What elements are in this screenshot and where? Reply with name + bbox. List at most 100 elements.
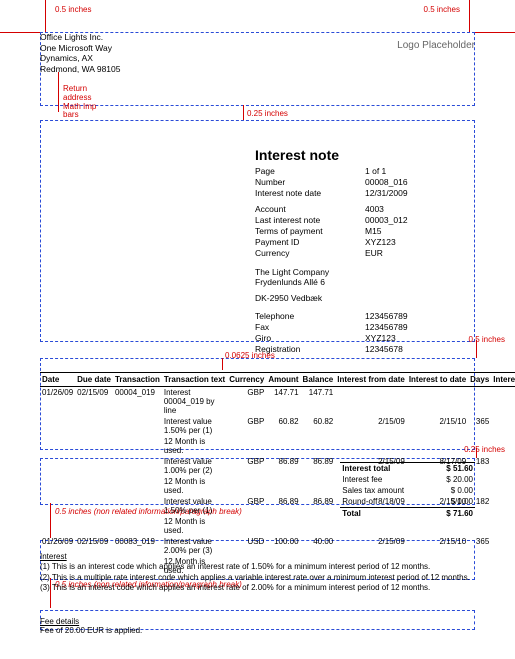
cell-amount: 60.82 xyxy=(266,416,300,436)
cell-ttext: 12 Month is used. xyxy=(162,516,227,536)
cell-amount: 147.71 xyxy=(266,387,300,417)
doc-title: Interest note xyxy=(255,147,475,163)
col-ifrom: Interest from date xyxy=(335,373,407,387)
cell-due: 02/15/09 xyxy=(75,387,113,417)
margin-bar-tr-h xyxy=(475,32,515,33)
tel-k: Telephone xyxy=(255,311,365,322)
fax-k: Fax xyxy=(255,322,365,333)
cell-date xyxy=(40,516,75,536)
doc-info: Interest note Page1 of 1 Number00008_016… xyxy=(255,147,475,355)
cell-iamt: 7.80 xyxy=(491,496,515,516)
margin-label-top-left: 0.5 inches xyxy=(55,5,91,14)
round-v: $ 0.00 xyxy=(444,496,475,508)
col-trans: Transaction xyxy=(113,373,162,387)
cell-days: 365 xyxy=(468,416,491,436)
cell-trans xyxy=(113,436,162,456)
cell-amount xyxy=(266,436,300,456)
company-block: Office Lights Inc. One Microsoft Way Dyn… xyxy=(40,32,475,75)
margin-label-top-right: 0.5 inches xyxy=(424,5,460,14)
col-amount: Amount xyxy=(266,373,300,387)
giro-v: XYZ123 xyxy=(365,333,408,344)
cell-date xyxy=(40,496,75,516)
cell-iamt xyxy=(491,476,515,496)
cell-iamt: 24.00 xyxy=(491,536,515,556)
cell-trans xyxy=(113,416,162,436)
lastnote-k: Last interest note xyxy=(255,215,365,226)
note-3: (3) This is an interest code which appli… xyxy=(40,583,475,593)
cell-iamt: 23.94 xyxy=(491,416,515,436)
payid-k: Payment ID xyxy=(255,237,365,248)
cell-trans xyxy=(113,476,162,496)
fee-heading: Fee details xyxy=(40,617,475,626)
col-date: Date xyxy=(40,373,75,387)
cell-date xyxy=(40,456,75,476)
company-addr2: Dynamics, AX xyxy=(40,53,475,64)
lastnote-v: 00003_012 xyxy=(365,215,408,226)
cell-curr xyxy=(227,476,266,496)
account-k: Account xyxy=(255,204,365,215)
col-balance: Balance xyxy=(301,373,336,387)
cell-curr: GBP xyxy=(227,387,266,417)
number-k: Number xyxy=(255,177,365,188)
table-row: 12 Month is used.10.95 xyxy=(40,436,515,456)
cell-ttext: Interest value 1.50% per (1) xyxy=(162,416,227,436)
page-v: 1 of 1 xyxy=(365,166,408,177)
cell-ito xyxy=(407,387,468,417)
cell-balance: 86.89 xyxy=(301,456,336,476)
page-k: Page xyxy=(255,166,365,177)
cell-trans xyxy=(113,516,162,536)
cell-trans xyxy=(113,496,162,516)
cell-balance: 147.71 xyxy=(301,387,336,417)
cell-curr: GBP xyxy=(227,416,266,436)
margin-bar-05r xyxy=(476,340,477,358)
cell-iamt xyxy=(491,556,515,576)
col-ttext: Transaction text xyxy=(162,373,227,387)
round-k: Round-off xyxy=(340,496,444,508)
totals-block: Interest total$ 51.60 Interest fee$ 20.0… xyxy=(340,462,475,519)
note-1: (1) This is an interest code which appli… xyxy=(40,562,475,572)
int-fee-v: $ 20.00 xyxy=(444,474,475,485)
cell-amount: 86.89 xyxy=(266,456,300,476)
cell-date xyxy=(40,416,75,436)
cust1: The Light Company xyxy=(255,267,475,277)
cell-ifrom xyxy=(335,436,407,456)
cell-days xyxy=(468,387,491,417)
reg-v: 12345678 xyxy=(365,344,408,355)
interest-notes: Interest (1) This is an interest code wh… xyxy=(40,552,475,594)
cell-trans xyxy=(113,456,162,476)
document-page: 0.5 inches 0.5 inches 0.25 inches 0.0625… xyxy=(0,0,515,659)
cell-due xyxy=(75,436,113,456)
cell-balance: 86.89 xyxy=(301,496,336,516)
cell-date: 01/26/09 xyxy=(40,387,75,417)
fee-block: Fee details Fee of 20.00 EUR is applied. xyxy=(40,617,475,635)
cell-ifrom xyxy=(335,516,407,536)
payid-v: XYZ123 xyxy=(365,237,408,248)
total-k: Total xyxy=(340,508,444,520)
account-v: 4003 xyxy=(365,204,408,215)
cell-ttext: Interest value 1.00% per (2) xyxy=(162,456,227,476)
currency-v: EUR xyxy=(365,248,408,259)
fee-line: Fee of 20.00 EUR is applied. xyxy=(40,626,475,635)
cell-curr xyxy=(227,516,266,536)
cell-ttext: 12 Month is used. xyxy=(162,476,227,496)
cust3: DK-2950 Vedbæk xyxy=(255,293,475,303)
cell-amount xyxy=(266,516,300,536)
cell-due xyxy=(75,496,113,516)
company-cityzip: Redmond, WA 98105 xyxy=(40,64,475,75)
cell-iamt: 10.95 xyxy=(491,436,515,456)
margin-bar-tl-h xyxy=(0,32,40,33)
cell-iamt: 5.23 xyxy=(491,456,515,476)
terms-k: Terms of payment xyxy=(255,226,365,237)
cell-days xyxy=(468,436,491,456)
terms-v: M15 xyxy=(365,226,408,237)
cell-amount: 86.89 xyxy=(266,496,300,516)
cell-ito: 2/15/10 xyxy=(407,416,468,436)
int-total-v: $ 51.60 xyxy=(444,463,475,475)
cell-curr: GBP xyxy=(227,456,266,476)
col-due: Due date xyxy=(75,373,113,387)
margin-bar-tr-v xyxy=(469,0,470,32)
cell-iamt xyxy=(491,387,515,417)
doc-table2: Account4003 Last interest note00003_012 … xyxy=(255,204,408,259)
col-days: Days xyxy=(468,373,491,387)
tel-v: 123456789 xyxy=(365,311,408,322)
